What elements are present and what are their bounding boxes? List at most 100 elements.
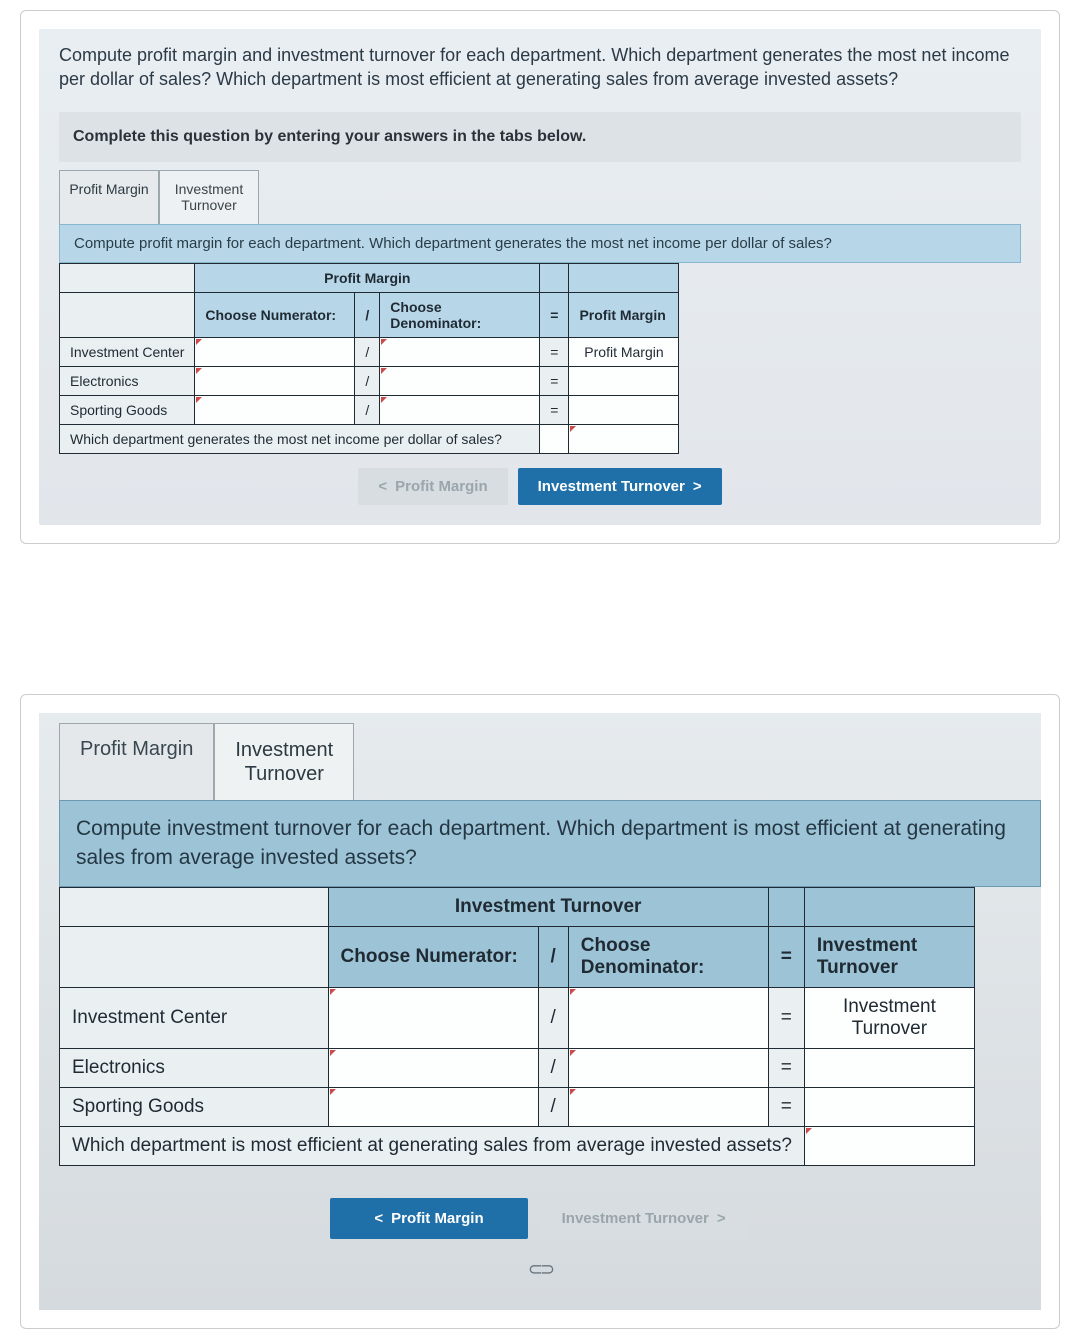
blank-corner (60, 264, 195, 293)
div-cell: / (538, 1048, 568, 1087)
eq-head-2: = (540, 293, 569, 338)
table-row: Investment Center / = Profit Margin (60, 338, 679, 367)
result-cell[interactable] (569, 396, 679, 425)
link-icon: ⊂⊃ (39, 1259, 1041, 1280)
prev-button: < Profit Margin (358, 468, 507, 505)
row-label: Investment Center (60, 338, 195, 367)
denominator-head: Choose Denominator: (568, 926, 768, 987)
div-cell: / (355, 367, 380, 396)
div-head: / (355, 293, 380, 338)
numerator-head: Choose Numerator: (328, 926, 538, 987)
div-head: / (538, 926, 568, 987)
instruction-bar: Complete this question by entering your … (59, 112, 1021, 162)
denominator-input[interactable] (568, 1048, 768, 1087)
blank-corner-2 (60, 293, 195, 338)
div-cell: / (355, 396, 380, 425)
tab-profit-margin-2[interactable]: Profit Margin (59, 723, 214, 800)
numerator-input[interactable] (195, 338, 355, 367)
denominator-input[interactable] (380, 396, 540, 425)
next-label-2: Investment Turnover (562, 1210, 709, 1227)
footer-answer-input-2[interactable] (804, 1126, 974, 1165)
denominator-head: Choose Denominator: (380, 293, 540, 338)
tab-profit-margin[interactable]: Profit Margin (59, 170, 159, 225)
footer-question: Which department generates the most net … (60, 425, 540, 454)
problem-inner-1: Compute profit margin and investment tur… (39, 29, 1041, 525)
tab-investment-turnover-2[interactable]: Investment Turnover (214, 723, 354, 800)
eq-head (768, 887, 804, 926)
numerator-input[interactable] (328, 987, 538, 1048)
table-row: Electronics / = (60, 367, 679, 396)
eq-cell: = (768, 1048, 804, 1087)
investment-turnover-table: Investment Turnover Choose Numerator: / … (59, 887, 975, 1166)
eq-cell: = (768, 1087, 804, 1126)
row-label: Electronics (60, 367, 195, 396)
table-row: Sporting Goods / = (60, 396, 679, 425)
problem-card-2: Profit Margin Investment Turnover Comput… (20, 694, 1060, 1329)
tabs-row-1: Profit Margin Investment Turnover (59, 170, 1041, 225)
problem-card-1: Compute profit margin and investment tur… (20, 10, 1060, 544)
div-cell: / (538, 1087, 568, 1126)
prev-label-2: Profit Margin (391, 1210, 484, 1227)
numerator-input[interactable] (195, 396, 355, 425)
table-row: Electronics / = (60, 1048, 975, 1087)
row-label: Investment Center (60, 987, 329, 1048)
numerator-input[interactable] (328, 1048, 538, 1087)
nav-row-1: < Profit Margin Investment Turnover > (39, 454, 1041, 525)
blank-corner (60, 887, 329, 926)
result-cell: Investment Turnover (804, 987, 974, 1048)
eq-cell: = (768, 987, 804, 1048)
footer-row: Which department is most efficient at ge… (60, 1126, 975, 1165)
numerator-input[interactable] (195, 367, 355, 396)
eq-head (540, 264, 569, 293)
eq-cell: = (540, 396, 569, 425)
table-row: Sporting Goods / = (60, 1087, 975, 1126)
result-cell: Profit Margin (569, 338, 679, 367)
denominator-input[interactable] (568, 987, 768, 1048)
footer-answer-input[interactable] (569, 425, 679, 454)
question-text: Compute profit margin and investment tur… (39, 29, 1041, 102)
problem-inner-2: Profit Margin Investment Turnover Comput… (39, 713, 1041, 1310)
table-title: Profit Margin (195, 264, 540, 293)
tab-investment-turnover[interactable]: Investment Turnover (159, 170, 259, 225)
chevron-right-icon: > (693, 478, 702, 495)
row-label: Sporting Goods (60, 1087, 329, 1126)
numerator-input[interactable] (328, 1087, 538, 1126)
eq-cell: = (540, 367, 569, 396)
row-label: Sporting Goods (60, 396, 195, 425)
table-title-2: Investment Turnover (328, 887, 768, 926)
result-head-blank (804, 887, 974, 926)
spacer (20, 554, 1060, 694)
blank-corner-2 (60, 926, 329, 987)
row-label: Electronics (60, 1048, 329, 1087)
result-cell[interactable] (569, 367, 679, 396)
denominator-input[interactable] (568, 1087, 768, 1126)
result-head-blank (569, 264, 679, 293)
sub-instruction-2: Compute investment turnover for each dep… (59, 800, 1041, 887)
chevron-right-icon: > (717, 1210, 726, 1227)
div-cell: / (538, 987, 568, 1048)
chevron-left-icon: < (378, 478, 387, 495)
eq-head-2: = (768, 926, 804, 987)
footer-blank (540, 425, 569, 454)
nav-row-2: < Profit Margin Investment Turnover > (39, 1184, 1041, 1259)
next-button[interactable]: Investment Turnover > (518, 468, 722, 505)
eq-cell: = (540, 338, 569, 367)
denominator-input[interactable] (380, 367, 540, 396)
result-head: Profit Margin (569, 293, 679, 338)
footer-row: Which department generates the most net … (60, 425, 679, 454)
table-row: Investment Center / = Investment Turnove… (60, 987, 975, 1048)
result-cell[interactable] (804, 1048, 974, 1087)
profit-margin-table: Profit Margin Choose Numerator: / Choose… (59, 263, 679, 454)
tabs-row-2: Profit Margin Investment Turnover (59, 723, 1041, 800)
prev-button-2[interactable]: < Profit Margin (330, 1198, 527, 1239)
numerator-head: Choose Numerator: (195, 293, 355, 338)
denominator-input[interactable] (380, 338, 540, 367)
chevron-left-icon: < (374, 1210, 383, 1227)
prev-label: Profit Margin (395, 478, 488, 495)
result-cell[interactable] (804, 1087, 974, 1126)
div-cell: / (355, 338, 380, 367)
next-label: Investment Turnover (538, 478, 685, 495)
next-button-2: Investment Turnover > (538, 1198, 750, 1239)
footer-question-2: Which department is most efficient at ge… (60, 1126, 805, 1165)
sub-instruction-1: Compute profit margin for each departmen… (59, 224, 1021, 263)
